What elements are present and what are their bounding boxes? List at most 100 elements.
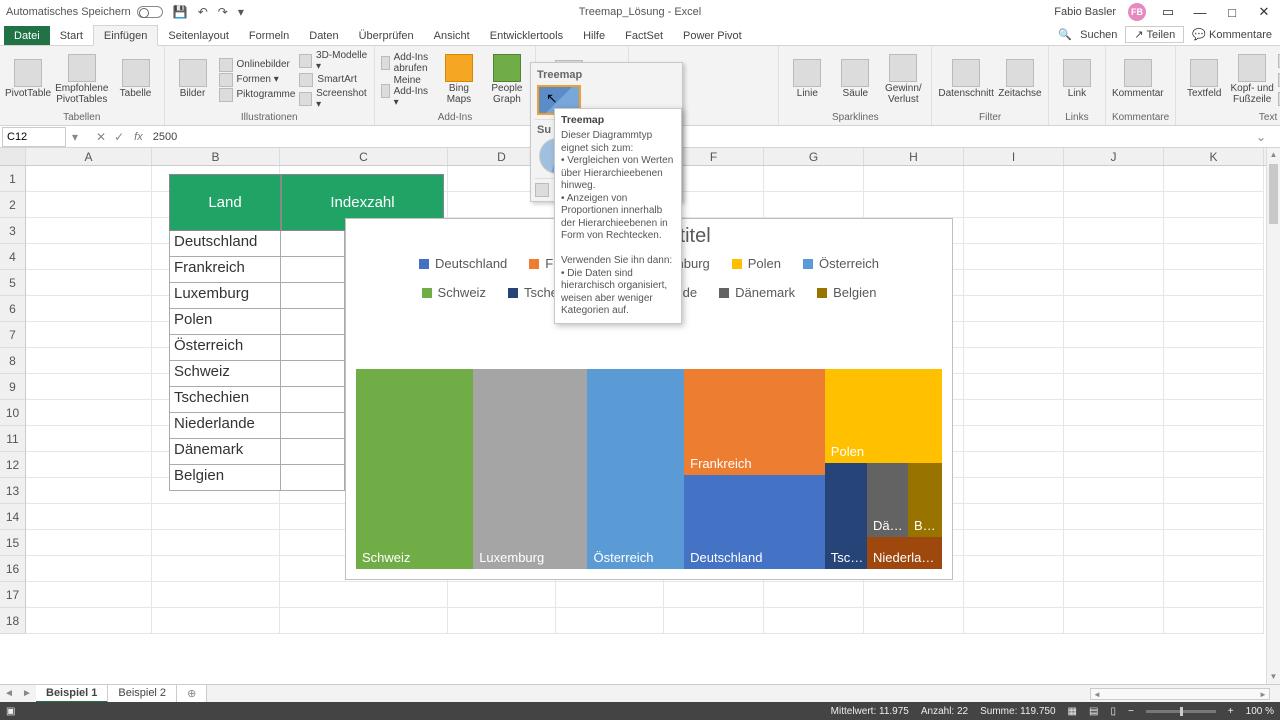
redo-icon[interactable]: ↷: [218, 5, 228, 19]
sheet-tab[interactable]: Beispiel 2: [108, 685, 177, 703]
tile-B…[interactable]: B…: [908, 463, 942, 537]
row-header-6[interactable]: 6: [0, 296, 26, 322]
ribbon-options-icon[interactable]: ▭: [1158, 4, 1178, 20]
tile-Polen[interactable]: Polen: [825, 369, 942, 463]
row-header-9[interactable]: 9: [0, 374, 26, 400]
view-layout-icon[interactable]: ▤: [1089, 706, 1098, 717]
hscroll-left-icon[interactable]: ◄: [1091, 690, 1103, 699]
zeitachse-button[interactable]: Zeitachse: [998, 59, 1042, 100]
bilder-button[interactable]: Bilder: [171, 59, 215, 100]
fx-icon[interactable]: fx: [134, 131, 143, 143]
autosave[interactable]: Automatisches Speichern: [6, 6, 163, 18]
sparkline-linie[interactable]: Linie: [785, 59, 829, 100]
tile-Österreich[interactable]: Österreich: [587, 369, 684, 569]
piktogramme-button[interactable]: Piktogramme: [219, 88, 296, 102]
record-macro-icon[interactable]: ▣: [6, 706, 15, 717]
row-header-7[interactable]: 7: [0, 322, 26, 348]
comments-button[interactable]: 💬 Kommentare: [1192, 28, 1272, 41]
legend-item[interactable]: Dänemark: [719, 285, 795, 300]
scroll-up-icon[interactable]: ▲: [1267, 148, 1280, 162]
tab-entwicklertools[interactable]: Entwicklertools: [480, 26, 573, 45]
tile-Luxemburg[interactable]: Luxemburg: [473, 369, 587, 569]
tab-start[interactable]: Start: [50, 26, 93, 45]
tile-Tsc…[interactable]: Tsc…: [825, 463, 867, 569]
textfeld-button[interactable]: Textfeld: [1182, 59, 1226, 100]
bing-maps-button[interactable]: Bing Maps: [437, 54, 481, 105]
legend-item[interactable]: Polen: [732, 256, 781, 271]
tile-Niederla…[interactable]: Niederla…: [867, 537, 942, 569]
select-all-corner[interactable]: [0, 148, 26, 165]
screenshot-button[interactable]: Screenshot ▾: [299, 88, 368, 110]
sparkline-saule[interactable]: Säule: [833, 59, 877, 100]
sheet-tab[interactable]: Beispiel 1: [36, 685, 108, 703]
tab-daten[interactable]: Daten: [299, 26, 348, 45]
formen-button[interactable]: Formen ▾: [219, 73, 296, 87]
search-label[interactable]: Suchen: [1080, 29, 1117, 41]
online-bilder-button[interactable]: Onlinebilder: [219, 58, 296, 72]
tile-Frankreich[interactable]: Frankreich: [684, 369, 825, 475]
row-header-14[interactable]: 14: [0, 504, 26, 530]
kommentar-button[interactable]: Kommentar: [1112, 59, 1164, 100]
view-pagebreak-icon[interactable]: ▯: [1110, 706, 1116, 717]
zoom-out-icon[interactable]: −: [1128, 706, 1134, 717]
col-header-J[interactable]: J: [1064, 148, 1164, 165]
scroll-down-icon[interactable]: ▼: [1267, 670, 1280, 684]
name-box[interactable]: [2, 127, 66, 147]
horizontal-scrollbar[interactable]: ◄►: [1090, 688, 1270, 700]
col-header-C[interactable]: C: [280, 148, 448, 165]
row-header-12[interactable]: 12: [0, 452, 26, 478]
row-header-10[interactable]: 10: [0, 400, 26, 426]
sheet-nav-prev[interactable]: ◄: [0, 688, 18, 699]
smartart-button[interactable]: SmartArt: [299, 73, 368, 87]
expand-formula-icon[interactable]: ⌄: [1256, 130, 1266, 144]
qat-more-icon[interactable]: ▾: [238, 5, 244, 19]
legend-item[interactable]: Deutschland: [419, 256, 507, 271]
tab-seitenlayout[interactable]: Seitenlayout: [158, 26, 239, 45]
col-header-K[interactable]: K: [1164, 148, 1264, 165]
cancel-icon[interactable]: ✕: [96, 130, 106, 144]
tab-power pivot[interactable]: Power Pivot: [673, 26, 752, 45]
view-normal-icon[interactable]: ▦: [1068, 706, 1077, 717]
share-button[interactable]: ↗ Teilen: [1125, 26, 1184, 43]
close-icon[interactable]: ✕: [1254, 4, 1274, 20]
row-header-4[interactable]: 4: [0, 244, 26, 270]
row-header-16[interactable]: 16: [0, 556, 26, 582]
row-header-5[interactable]: 5: [0, 270, 26, 296]
tile-Schweiz[interactable]: Schweiz: [356, 369, 473, 569]
row-header-11[interactable]: 11: [0, 426, 26, 452]
empf-pivot-button[interactable]: Empfohlene PivotTables: [54, 54, 110, 105]
zoom-slider[interactable]: [1146, 710, 1216, 713]
row-header-15[interactable]: 15: [0, 530, 26, 556]
my-addins-button[interactable]: Meine Add-Ins ▾: [381, 75, 433, 108]
namebox-dropdown-icon[interactable]: ▾: [72, 130, 78, 144]
3d-modelle-button[interactable]: 3D-Modelle ▾: [299, 50, 368, 72]
autosave-toggle[interactable]: [137, 6, 163, 18]
maximize-icon[interactable]: □: [1222, 5, 1242, 20]
enter-icon[interactable]: ✓: [114, 130, 124, 144]
tile-Dä…[interactable]: Dä…: [867, 463, 908, 537]
row-header-18[interactable]: 18: [0, 608, 26, 634]
sparkline-gv[interactable]: Gewinn/ Verlust: [881, 54, 925, 105]
user-name[interactable]: Fabio Basler: [1054, 6, 1116, 18]
row-header-8[interactable]: 8: [0, 348, 26, 374]
avatar[interactable]: FB: [1128, 3, 1146, 21]
undo-icon[interactable]: ↶: [198, 5, 208, 19]
tab-einfügen[interactable]: Einfügen: [93, 25, 158, 46]
save-icon[interactable]: 💾: [173, 5, 188, 19]
col-header-B[interactable]: B: [152, 148, 280, 165]
sheet-nav-next[interactable]: ►: [18, 688, 36, 699]
zoom-level[interactable]: 100 %: [1246, 706, 1274, 717]
hscroll-right-icon[interactable]: ►: [1257, 690, 1269, 699]
formula-input[interactable]: 2500: [149, 129, 1252, 145]
zoom-in-icon[interactable]: +: [1228, 706, 1234, 717]
col-header-H[interactable]: H: [864, 148, 964, 165]
add-sheet-button[interactable]: ⊕: [177, 685, 207, 702]
kopf-fuss-button[interactable]: Kopf- und Fußzeile: [1230, 54, 1274, 105]
row-header-17[interactable]: 17: [0, 582, 26, 608]
col-header-I[interactable]: I: [964, 148, 1064, 165]
tab-hilfe[interactable]: Hilfe: [573, 26, 615, 45]
col-header-G[interactable]: G: [764, 148, 864, 165]
col-header-A[interactable]: A: [26, 148, 152, 165]
people-graph-button[interactable]: People Graph: [485, 54, 529, 105]
legend-item[interactable]: Belgien: [817, 285, 876, 300]
